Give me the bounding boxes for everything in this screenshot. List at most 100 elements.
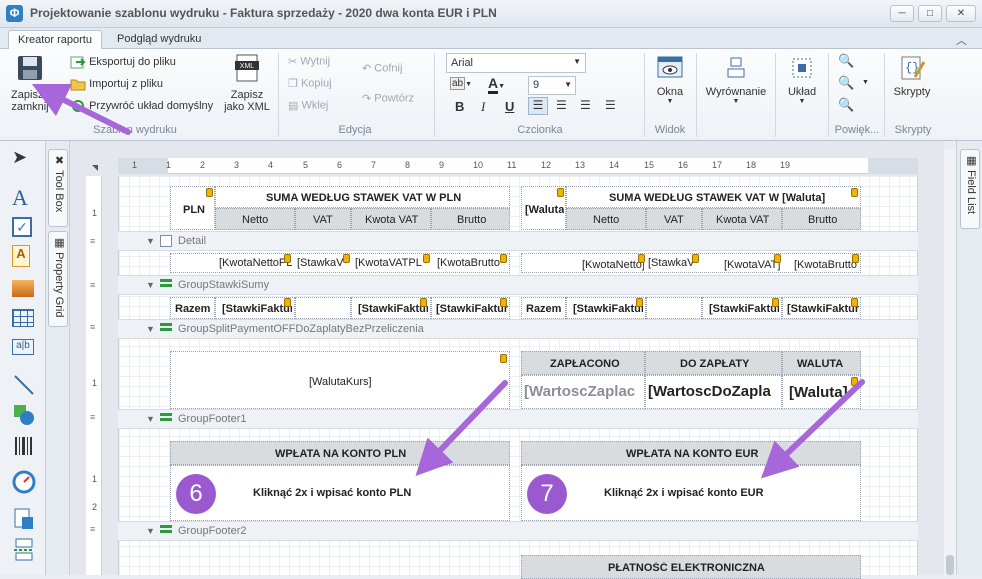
highlight-color-button[interactable]: ab ▼ xyxy=(450,77,478,95)
character-comb-icon[interactable]: a|b xyxy=(12,339,34,355)
zoom-icon[interactable]: 🔍 xyxy=(838,75,854,91)
italic-button[interactable]: I xyxy=(481,99,485,115)
checkbox-tool-icon[interactable]: ✓ xyxy=(12,217,32,237)
waluta-header[interactable]: WALUTA xyxy=(782,351,861,375)
ruler-corner-triangle-icon[interactable] xyxy=(92,165,98,171)
bold-button[interactable]: B xyxy=(455,99,464,114)
band-footer2[interactable]: ▼ GroupFooter2 xyxy=(118,521,918,541)
save-xml-button[interactable]: XML Zapisz jako XML xyxy=(222,53,272,113)
band-collapse-icon[interactable]: ▼ xyxy=(146,526,155,536)
razem-cell-waluta[interactable]: Razem xyxy=(521,297,566,319)
platnosc-header[interactable]: PŁATNOŚĆ ELEKTRONICZNA xyxy=(521,555,861,579)
font-color-button[interactable]: A▼ xyxy=(488,75,516,94)
restore-default-button[interactable]: Przywróć układ domyślny xyxy=(70,99,213,113)
windows-button[interactable]: Okna ▼ xyxy=(650,53,690,105)
col-netto-waluta[interactable]: Netto xyxy=(566,208,646,230)
import-button[interactable]: Importuj z pliku xyxy=(70,77,163,91)
layout-button[interactable]: Układ ▼ xyxy=(780,53,824,105)
wartosc-do-zapla-cell[interactable]: [WartoscDoZapla xyxy=(645,375,782,409)
detail-field[interactable]: [StawkaV xyxy=(648,257,698,269)
subreport-tool-icon[interactable] xyxy=(12,507,36,531)
save-close-button[interactable]: Zapisz i zamknij xyxy=(8,53,52,119)
toolbox-tab[interactable]: ✖ Tool Box xyxy=(48,149,68,227)
font-size-select[interactable]: 9 ▼ xyxy=(528,76,576,95)
align-center-icon[interactable]: ☰ xyxy=(556,98,567,112)
sum-field[interactable]: [StawkiFaktur xyxy=(702,297,782,319)
col-brutto-waluta[interactable]: Brutto xyxy=(782,208,861,230)
waluta-value-cell[interactable]: [Waluta] xyxy=(782,375,861,409)
vat-header-pln-cell[interactable]: SUMA WEDŁUG STAWEK VAT W PLN xyxy=(215,186,510,208)
waluta-kurs-cell[interactable]: [WalutaKurs] xyxy=(170,351,510,409)
band-collapse-icon[interactable]: ▼ xyxy=(146,414,155,424)
line-tool-icon[interactable] xyxy=(12,373,36,397)
scripts-button[interactable]: {} Skrypty xyxy=(890,53,934,98)
sum-field[interactable]: [StawkiFaktur xyxy=(351,297,431,319)
chevron-down-icon[interactable]: ▼ xyxy=(862,79,869,86)
redo-button[interactable]: ↷ Powtórz xyxy=(362,92,414,105)
maximize-icon[interactable]: □ xyxy=(918,5,942,22)
sum-field[interactable]: [StawkiFaktur xyxy=(431,297,510,319)
pagebreak-tool-icon[interactable] xyxy=(12,537,36,561)
sum-field[interactable]: [StawkiFaktur xyxy=(782,297,861,319)
band-collapse-icon[interactable]: ▼ xyxy=(146,324,155,334)
band-detail[interactable]: ▼ Detail xyxy=(118,231,918,251)
richtext-tool-icon[interactable]: A xyxy=(12,245,30,267)
wartosc-zaplac-cell[interactable]: [WartoscZaplac xyxy=(521,375,645,409)
undo-button[interactable]: ↶ Cofnij xyxy=(362,62,402,75)
gauge-tool-icon[interactable] xyxy=(12,470,36,494)
detail-field[interactable]: [KwotaNetto] xyxy=(582,259,644,271)
font-name-select[interactable]: Arial ▼ xyxy=(446,53,586,73)
export-button[interactable]: Eksportuj do pliku xyxy=(70,55,176,69)
copy-button[interactable]: ❐ Kopiuj xyxy=(288,77,332,90)
tab-kreator-raportu[interactable]: Kreator raportu xyxy=(8,30,102,50)
zoom-in-icon[interactable]: 🔍 xyxy=(838,97,854,113)
paste-button[interactable]: ▤ Wklej xyxy=(288,99,328,112)
detail-field[interactable]: [KwotaVAT] xyxy=(724,259,780,271)
zaplacono-header[interactable]: ZAPŁACONO xyxy=(521,351,645,375)
vertical-scrollbar[interactable] xyxy=(944,150,956,575)
underline-button[interactable]: U xyxy=(505,99,514,114)
sum-field-empty[interactable] xyxy=(295,297,351,319)
do-zaplaty-header[interactable]: DO ZAPŁATY xyxy=(645,351,782,375)
band-collapse-icon[interactable]: ▼ xyxy=(146,236,155,246)
shape-tool-icon[interactable] xyxy=(12,403,36,427)
col-vat-pln[interactable]: VAT xyxy=(295,208,351,230)
field-list-tab[interactable]: ▦ Field List xyxy=(960,149,980,229)
band-footer1[interactable]: ▼ GroupFooter1 xyxy=(118,409,918,429)
zoom-out-icon[interactable]: 🔍 xyxy=(838,53,854,69)
vat-header-waluta-cell[interactable]: SUMA WEDŁUG STAWEK VAT W [Waluta] xyxy=(566,186,861,208)
align-right-icon[interactable]: ☰ xyxy=(580,98,591,112)
col-brutto-pln[interactable]: Brutto xyxy=(431,208,510,230)
sum-field[interactable]: [StawkiFaktur xyxy=(215,297,295,319)
align-left-icon[interactable]: ☰ xyxy=(528,97,548,115)
sum-field[interactable]: [StawkiFaktur xyxy=(566,297,646,319)
wplata-pln-header[interactable]: WPŁATA NA KONTO PLN xyxy=(170,441,510,465)
align-justify-icon[interactable]: ☰ xyxy=(605,98,616,112)
band-group-stawki[interactable]: ▼ GroupStawkiSumy xyxy=(118,275,918,295)
detail-field[interactable]: [KwotaBrutto xyxy=(794,259,858,271)
scrollbar-thumb[interactable] xyxy=(946,555,954,575)
col-netto-pln[interactable]: Netto xyxy=(215,208,295,230)
table-tool-icon[interactable] xyxy=(12,309,34,327)
pointer-icon[interactable]: ➤ xyxy=(12,147,36,171)
close-icon[interactable]: ✕ xyxy=(946,5,976,22)
razem-cell-pln[interactable]: Razem xyxy=(170,297,215,319)
picture-tool-icon[interactable] xyxy=(12,280,34,297)
band-collapse-icon[interactable]: ▼ xyxy=(146,280,155,290)
col-kwota-vat-waluta[interactable]: Kwota VAT xyxy=(702,208,782,230)
col-vat-waluta[interactable]: VAT xyxy=(646,208,702,230)
label-tool-icon[interactable]: A xyxy=(12,185,36,210)
barcode-tool-icon[interactable] xyxy=(12,434,36,458)
tab-podglad-wydruku[interactable]: Podgląd wydruku xyxy=(108,30,210,50)
pln-label-cell[interactable]: PLN xyxy=(170,186,215,230)
cut-button[interactable]: ✂ Wytnij xyxy=(288,55,330,68)
wplata-eur-header[interactable]: WPŁATA NA KONTO EUR xyxy=(521,441,861,465)
sum-field-empty[interactable] xyxy=(646,297,702,319)
waluta-label-cell[interactable]: [Waluta xyxy=(521,186,566,230)
alignment-button[interactable]: Wyrównanie ▼ xyxy=(702,53,770,105)
band-group-split[interactable]: ▼ GroupSplitPaymentOFFDoZaplatyBezPrzeli… xyxy=(118,319,918,339)
konto-eur-cell[interactable]: Kliknąć 2x i wpisać konto EUR xyxy=(521,465,861,521)
ribbon-collapse-icon[interactable]: ︿ xyxy=(956,32,967,48)
konto-pln-cell[interactable]: Kliknąć 2x i wpisać konto PLN xyxy=(170,465,510,521)
col-kwota-vat-pln[interactable]: Kwota VAT xyxy=(351,208,431,230)
